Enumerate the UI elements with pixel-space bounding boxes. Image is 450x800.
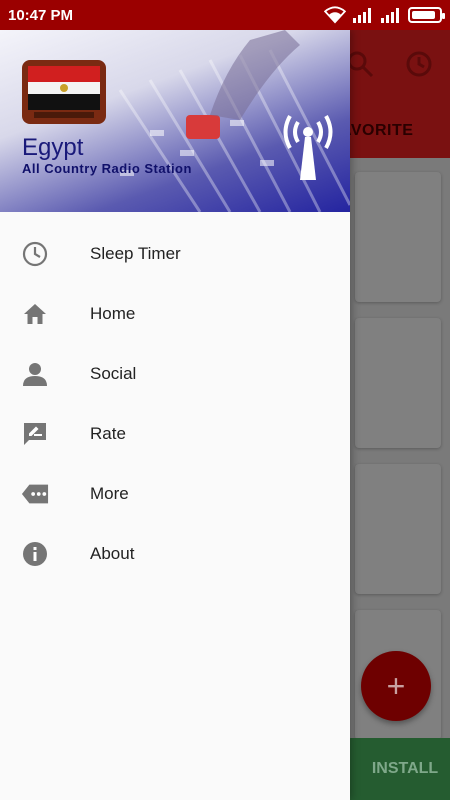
header-subtitle: All Country Radio Station — [22, 161, 192, 176]
navigation-drawer: Egypt All Country Radio Station Sleep Ti… — [0, 30, 350, 800]
history-icon[interactable] — [405, 50, 433, 78]
status-bar: 10:47 PM — [0, 0, 450, 30]
status-icons — [324, 6, 445, 24]
menu-item-label: More — [90, 484, 129, 503]
menu-item-label: About — [90, 544, 135, 563]
battery-icon — [408, 7, 445, 23]
station-card[interactable] — [355, 318, 441, 448]
station-card[interactable] — [355, 464, 441, 594]
menu-item-about[interactable]: About — [0, 524, 350, 584]
menu-item-rate[interactable]: Rate — [0, 404, 350, 464]
install-button[interactable]: INSTALL — [345, 738, 450, 800]
menu-item-label: Home — [90, 304, 136, 323]
menu-item-social[interactable]: Social — [0, 344, 350, 404]
home-icon — [21, 300, 49, 328]
drawer-menu: Sleep Timer Home Social Rate More About — [0, 212, 350, 584]
rate-icon — [21, 420, 49, 448]
menu-item-sleep-timer[interactable]: Sleep Timer — [0, 224, 350, 284]
menu-item-label: Rate — [90, 424, 126, 443]
menu-item-more[interactable]: More — [0, 464, 350, 524]
tab-favorite[interactable]: AVORITE — [340, 122, 413, 140]
signal-icon — [381, 8, 399, 23]
status-time: 10:47 PM — [8, 6, 74, 24]
clock-icon — [21, 240, 49, 268]
more-icon — [21, 480, 49, 508]
broadcast-antenna-icon — [283, 115, 333, 180]
header-title: Egypt — [22, 134, 84, 161]
drawer-header: Egypt All Country Radio Station — [0, 30, 350, 212]
station-card[interactable] — [355, 172, 441, 302]
person-icon — [21, 360, 49, 388]
signal-icon — [353, 8, 371, 23]
add-fab-button[interactable]: + — [361, 651, 431, 721]
menu-item-home[interactable]: Home — [0, 284, 350, 344]
search-icon[interactable] — [346, 50, 374, 78]
wifi-icon — [324, 6, 346, 24]
menu-item-label: Social — [90, 364, 137, 383]
radio-logo-icon — [22, 60, 106, 124]
info-icon — [21, 540, 49, 568]
menu-item-label: Sleep Timer — [90, 244, 181, 263]
